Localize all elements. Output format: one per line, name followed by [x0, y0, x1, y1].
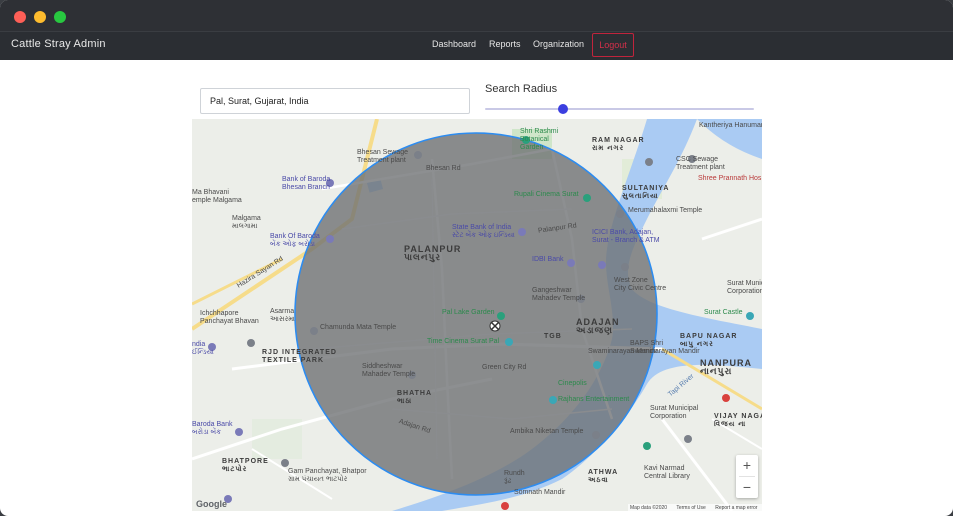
- map-label: ADAJAN અડાજણ: [576, 317, 620, 335]
- poi-pin[interactable]: [414, 151, 422, 159]
- map-attribution: Map data ©2020 Terms of Use Report a map…: [628, 504, 762, 511]
- hospital-pin[interactable]: [501, 502, 509, 510]
- map-label: IDBI Bank: [532, 256, 564, 263]
- search-radius-slider[interactable]: [485, 102, 754, 116]
- map-label: RAM NAGAR રામ નગર: [592, 137, 645, 152]
- map-label: Asarma આસરમા: [270, 308, 295, 323]
- map-label: SULTANIYA સુલતાનિયા: [622, 185, 670, 200]
- map-label: Bhesan Rd: [426, 165, 461, 172]
- search-radius-label: Search Radius: [485, 83, 558, 95]
- map-view[interactable]: Bhesan Rd Bhesan Sewage Treatment plant …: [192, 119, 762, 511]
- slider-track[interactable]: [485, 108, 754, 110]
- poi-pin[interactable]: [281, 459, 289, 467]
- poi-pin[interactable]: [518, 228, 526, 236]
- map-label: Shree Prannath Hos: [698, 175, 762, 182]
- map-label: VIJAY NAGA વિજય ના: [714, 413, 762, 428]
- poi-pin[interactable]: [592, 431, 600, 439]
- report-error-link[interactable]: Report a map error: [715, 505, 757, 511]
- map-label: Rajhans Entertainment: [558, 396, 630, 403]
- map-label: Chamunda Mata Temple: [320, 324, 397, 331]
- terms-link[interactable]: Terms of Use: [676, 505, 705, 511]
- poi-pin[interactable]: [643, 442, 651, 450]
- map-label: Bank of Baroda Bhesan Branch: [282, 176, 331, 191]
- map-label: BHATPORE ભાટપોર: [222, 458, 269, 473]
- map-label: Ma Bhavani emple Malgama: [192, 189, 242, 204]
- poi-pin[interactable]: [505, 338, 513, 346]
- map-label: State Bank of India સ્ટેટ બેંક ઓફ ઇન્ડિય…: [452, 224, 515, 239]
- map-label: Green City Rd: [482, 364, 527, 371]
- map-label: Rupali Cinema Surat: [514, 191, 579, 198]
- zoom-in-button[interactable]: +: [736, 455, 758, 476]
- map-label: Surat Municipal Corporation: [650, 405, 699, 420]
- top-navbar: Cattle Stray Admin Dashboard Reports Org…: [0, 31, 953, 60]
- app-brand[interactable]: Cattle Stray Admin: [11, 38, 106, 50]
- map-label: Time Cinema Surat Pal: [427, 338, 500, 345]
- map-label: CSC Sewage Treatment plant: [676, 156, 725, 171]
- poi-pin[interactable]: [235, 428, 243, 436]
- poi-pin[interactable]: [746, 312, 754, 320]
- map-label: Siddheshwar Mahadev Temple: [362, 363, 416, 378]
- nav-organization[interactable]: Organization: [533, 39, 584, 49]
- poi-pin[interactable]: [567, 259, 575, 267]
- map-label: Merumahalaxmi Temple: [628, 207, 703, 214]
- app-window: Cattle Stray Admin Dashboard Reports Org…: [0, 0, 953, 516]
- map-zoom-control: + −: [736, 455, 758, 498]
- poi-pin[interactable]: [621, 263, 629, 271]
- map-label: Somnath Mandir: [514, 489, 566, 496]
- poi-pin[interactable]: [310, 327, 318, 335]
- poi-pin[interactable]: [616, 210, 624, 218]
- minimize-window-button[interactable]: [34, 11, 46, 23]
- poi-pin[interactable]: [598, 261, 606, 269]
- pal-lake-garden-pin[interactable]: [497, 312, 505, 320]
- map-label: Ichchhapore Panchayat Bhavan: [200, 310, 259, 325]
- poi-pin[interactable]: [549, 396, 557, 404]
- poi-pin[interactable]: [326, 235, 334, 243]
- slider-thumb[interactable]: [558, 104, 568, 114]
- logout-button[interactable]: Logout: [592, 33, 634, 57]
- nav-dashboard[interactable]: Dashboard: [432, 39, 476, 49]
- map-label: ATHWA અઠવા: [588, 469, 619, 484]
- map-label: ICICI Bank, Adajan, Surat - Branch & ATM: [592, 229, 660, 244]
- poi-pin[interactable]: [645, 158, 653, 166]
- poi-pin[interactable]: [583, 194, 591, 202]
- map-label: Gam Panchayat, Bhatpor ગ્રામ પંચાયત ભાટપ…: [288, 468, 367, 483]
- zoom-out-button[interactable]: −: [736, 477, 758, 498]
- window-titlebar: [0, 0, 953, 31]
- map-label: Bank Of Baroda બેંક ઓફ બરોડા: [270, 233, 320, 248]
- location-search-input[interactable]: [200, 88, 470, 114]
- map-label: Surat Castle: [704, 309, 743, 316]
- poi-pin[interactable]: [247, 339, 255, 347]
- map-label: TGB: [544, 333, 562, 340]
- map-label: Cinepolis: [558, 380, 587, 387]
- map-label: West Zone City Civic Centre: [614, 277, 667, 292]
- map-label: Surat Municipal Corporation: [727, 280, 762, 295]
- map-label: Bhesan Sewage Treatment plant: [357, 149, 408, 164]
- poi-pin[interactable]: [593, 361, 601, 369]
- close-window-button[interactable]: [14, 11, 26, 23]
- map-label: Shri Rashmi Botanical Garden: [520, 128, 559, 151]
- nav-reports[interactable]: Reports: [489, 39, 521, 49]
- map-label: Kantheriya Hanuman: [699, 122, 762, 129]
- map-label: BAPU NAGAR બાપુ નગર: [680, 333, 738, 348]
- map-label: Pal Lake Garden: [442, 309, 495, 316]
- map-label: PALANPUR પાલનપુર: [404, 244, 462, 262]
- map-label: NANPURA નાનપુરા: [700, 358, 752, 376]
- map-label: Baroda Bank બરોડા બેંક: [192, 421, 233, 436]
- map-label: BHATHA ભાઠા: [397, 390, 433, 405]
- map-label: Gangeshwar Mahadev Temple: [532, 287, 586, 302]
- map-data-text: Map data ©2020: [630, 505, 668, 511]
- map-label: ndia ઈન્ડિયા: [192, 341, 214, 356]
- map-label: Rundh રૂંઢ: [504, 470, 525, 485]
- google-logo[interactable]: Google: [196, 499, 227, 509]
- hospital-pin[interactable]: [722, 394, 730, 402]
- map-label: Ambika Niketan Temple: [510, 428, 584, 435]
- map-label: RJD INTEGRATED TEXTILE PARK: [262, 349, 337, 364]
- map-label: Malgama માલગામા: [232, 215, 261, 230]
- map-label: Kavi Narmad Central Library: [644, 465, 690, 480]
- maximize-window-button[interactable]: [54, 11, 66, 23]
- poi-pin[interactable]: [684, 435, 692, 443]
